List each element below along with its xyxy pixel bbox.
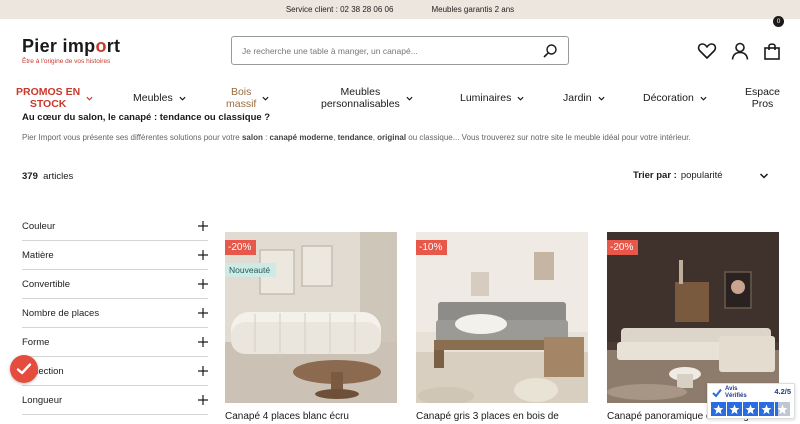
chevron-down-icon bbox=[262, 96, 269, 101]
intro-text: Pier Import vous présente ses différente… bbox=[22, 133, 691, 142]
discount-badge: -10% bbox=[416, 240, 448, 255]
article-count: 379 articles bbox=[22, 171, 74, 182]
product-image[interactable]: -20% bbox=[607, 232, 779, 403]
plus-icon bbox=[198, 279, 208, 289]
plus-icon bbox=[198, 250, 208, 260]
nav-label: Espace Pros bbox=[745, 86, 781, 110]
chevron-down-icon bbox=[517, 96, 524, 101]
new-badge: Nouveauté bbox=[225, 263, 277, 277]
plus-icon bbox=[198, 337, 208, 347]
nav-label: Luminaires bbox=[460, 92, 512, 104]
nav-decoration[interactable]: Décoration bbox=[643, 83, 707, 113]
product-image[interactable]: -20% Nouveauté bbox=[225, 232, 397, 403]
chevron-down-icon bbox=[86, 96, 93, 101]
nav-label: Jardin bbox=[563, 92, 592, 104]
nav-jardin[interactable]: Jardin bbox=[563, 83, 605, 113]
search-bar[interactable]: Je recherche une table à manger, un cana… bbox=[231, 36, 569, 65]
check-icon bbox=[16, 363, 32, 375]
nav-luminaires[interactable]: Luminaires bbox=[460, 83, 524, 113]
product-title[interactable]: Canapé gris 3 places en bois de bbox=[416, 411, 588, 422]
star-icon bbox=[759, 402, 774, 416]
plus-icon bbox=[198, 308, 208, 318]
filter-label: Couleur bbox=[22, 220, 56, 232]
filter-label: Convertible bbox=[22, 278, 71, 290]
nav-promos-en-stock[interactable]: PROMOS EN STOCK bbox=[16, 83, 93, 113]
filter-convertible[interactable]: Convertible bbox=[22, 270, 208, 299]
nav-label: PROMOS EN STOCK bbox=[16, 86, 81, 110]
chevron-down-icon[interactable] bbox=[759, 172, 769, 180]
cart-count-badge: 0 bbox=[773, 16, 784, 27]
filter-sidebar: Couleur Matière Convertible Nombre de pl… bbox=[22, 212, 208, 415]
main-nav: PROMOS EN STOCK Meubles Bois massif Meuble… bbox=[0, 83, 800, 113]
nav-label: Décoration bbox=[643, 92, 694, 104]
filter-label: Forme bbox=[22, 336, 50, 348]
nav-bois-massif[interactable]: Bois massif bbox=[226, 83, 269, 113]
star-icon bbox=[727, 402, 742, 416]
sort-label: Trier par : bbox=[633, 170, 677, 181]
page-title: Au cœur du salon, le canapé : tendance o… bbox=[22, 112, 271, 123]
avis-score: 4.2/5 bbox=[774, 387, 791, 396]
filter-forme[interactable]: Forme bbox=[22, 328, 208, 357]
product-title[interactable]: Canapé 4 places blanc écru bbox=[225, 411, 397, 422]
guarantee-text: Meubles garantis 2 ans bbox=[431, 5, 515, 14]
bag-icon[interactable] bbox=[762, 41, 782, 61]
heart-icon[interactable] bbox=[697, 41, 717, 61]
plus-icon bbox=[198, 366, 208, 376]
filter-label: Longueur bbox=[22, 394, 63, 406]
logo-tagline: Être à l'origine de vos histoires bbox=[22, 58, 111, 65]
star-icon bbox=[743, 402, 758, 416]
chevron-down-icon bbox=[179, 96, 186, 101]
sort-value: popularité bbox=[680, 170, 723, 181]
chevron-down-icon bbox=[598, 96, 605, 101]
nav-label: Meubles personnalisables bbox=[321, 86, 400, 110]
star-partial-icon bbox=[775, 402, 790, 416]
trust-check-button[interactable] bbox=[10, 355, 38, 383]
avis-verifies-widget[interactable]: Avis Vérifiés 4.2/5 bbox=[707, 383, 795, 419]
discount-badge: -20% bbox=[607, 240, 639, 255]
product-image[interactable]: -10% bbox=[416, 232, 588, 403]
filter-couleur[interactable]: Couleur bbox=[22, 212, 208, 241]
filter-collection[interactable]: Collection bbox=[22, 357, 208, 386]
search-icon[interactable] bbox=[542, 43, 558, 59]
header: Pier import Être à l'origine de vos hist… bbox=[0, 19, 800, 83]
product-card[interactable]: -20% Nouveauté Canapé 4 places blanc écr… bbox=[225, 232, 397, 422]
filter-label: Nombre de places bbox=[22, 307, 100, 319]
logo[interactable]: Pier import Être à l'origine de vos hist… bbox=[22, 36, 120, 65]
filter-label: Matière bbox=[22, 249, 54, 261]
plus-icon bbox=[198, 221, 208, 231]
user-icon[interactable] bbox=[730, 41, 750, 61]
logo-name: Pier import bbox=[22, 36, 121, 56]
search-input[interactable]: Je recherche une table à manger, un cana… bbox=[242, 46, 542, 56]
plus-icon bbox=[198, 395, 208, 405]
top-bar: Service client : 02 38 28 06 06 Meubles … bbox=[0, 0, 800, 19]
chevron-down-icon bbox=[406, 96, 413, 101]
nav-meubles-personnalisables[interactable]: Meubles personnalisables bbox=[321, 83, 413, 113]
rating-stars bbox=[711, 402, 790, 416]
chevron-down-icon bbox=[700, 96, 707, 101]
discount-badge: -20% bbox=[225, 240, 257, 255]
product-card[interactable]: -10% Canapé gris 3 places en bois de bbox=[416, 232, 588, 422]
nav-label: Meubles bbox=[133, 92, 173, 104]
filter-matiere[interactable]: Matière bbox=[22, 241, 208, 270]
filter-nombre-de-places[interactable]: Nombre de places bbox=[22, 299, 208, 328]
service-phone[interactable]: Service client : 02 38 28 06 06 bbox=[286, 5, 394, 14]
sort-select[interactable]: Trier par : popularité bbox=[633, 170, 723, 181]
nav-espace-pros[interactable]: Espace Pros bbox=[745, 83, 780, 113]
nav-meubles[interactable]: Meubles bbox=[133, 83, 186, 113]
star-icon bbox=[711, 402, 726, 416]
avis-name: Avis Vérifiés bbox=[725, 386, 747, 399]
avis-check-icon bbox=[712, 388, 722, 398]
filter-longueur[interactable]: Longueur bbox=[22, 386, 208, 415]
nav-label: Bois massif bbox=[226, 86, 257, 110]
